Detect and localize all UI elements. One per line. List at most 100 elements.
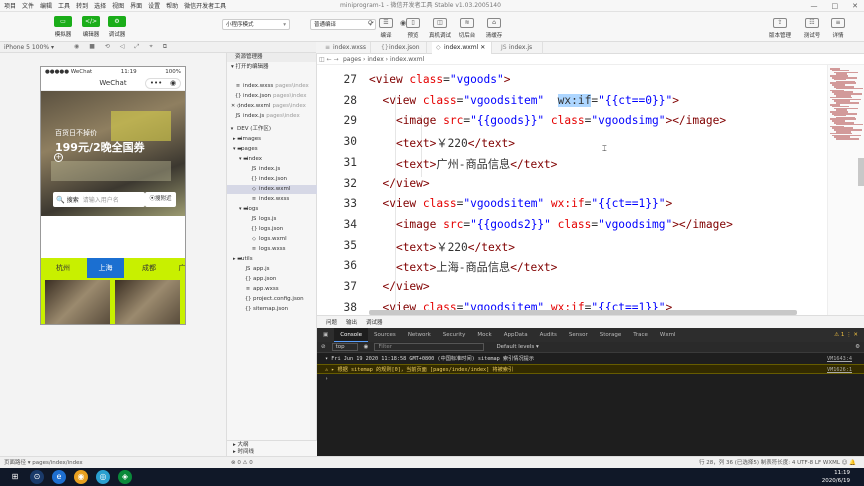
remote-debug-button[interactable]: ◫ 真机调试 [426, 18, 454, 39]
start-icon[interactable]: ⊞ [8, 470, 22, 484]
explorer-item[interactable]: ▸ ▬images [227, 135, 317, 144]
devtools-tab-1[interactable]: Console [334, 328, 369, 342]
explorer-item[interactable]: ≡ logs.wxss [227, 245, 317, 254]
test-account-button[interactable]: ☷ 测试号 [798, 18, 826, 39]
explorer-item[interactable]: {} index.json [227, 175, 317, 184]
minimap[interactable] [827, 65, 864, 315]
close-icon[interactable]: ✕ [852, 2, 858, 10]
menu-item-10[interactable]: 微信开发者工具 [184, 1, 226, 10]
compile-button[interactable]: ☰ 编译 [372, 18, 400, 39]
plus-icon[interactable]: + [54, 153, 63, 162]
chrome-icon[interactable]: ◉ [74, 470, 88, 484]
code-line[interactable]: 37 </view> [317, 280, 827, 301]
devtools-tab-7[interactable]: Audits [534, 328, 563, 342]
devtools-tab-8[interactable]: Sensor [563, 328, 594, 342]
console-source-link[interactable]: VM1643:4 [827, 354, 852, 364]
code-line[interactable]: 28 <view class="vgoodsitem" wx:if="{{ct=… [317, 93, 827, 115]
editor-tab-3[interactable]: JS index.js [497, 42, 543, 54]
panel-tab-1[interactable]: 输出 [346, 318, 357, 326]
devtools-tab-5[interactable]: Mock [471, 328, 497, 342]
menu-item-9[interactable]: 帮助 [166, 1, 178, 10]
eye-icon[interactable]: ◉ [364, 344, 369, 350]
menu-item-6[interactable]: 视图 [112, 1, 124, 10]
simulator-toggle-button[interactable]: ▭ 模拟器 [50, 16, 76, 38]
version-control-button[interactable]: ⇪ 版本管理 [766, 18, 794, 39]
menu-item-3[interactable]: 工具 [58, 1, 70, 10]
menu-item-1[interactable]: 文件 [22, 1, 34, 10]
volume-icon[interactable]: ◁ [120, 43, 125, 51]
menu-item-8[interactable]: 设置 [148, 1, 160, 10]
panel-tab-0[interactable]: 问题 [326, 318, 337, 326]
breadcrumb-path[interactable]: pages › index › index.wxml [343, 56, 424, 63]
menu-item-4[interactable]: 转到 [76, 1, 88, 10]
rotate-icon[interactable]: ⟲ [105, 43, 110, 51]
browser-icon[interactable]: e [52, 470, 66, 484]
clear-console-icon[interactable]: ⊘ [321, 344, 326, 350]
explorer-item[interactable]: ≡ index.wxss [227, 195, 317, 204]
code-editor[interactable]: 27 <view class="vgoods"> 28 <view class="v… [317, 65, 827, 315]
console-line[interactable]: ⚠ ▸ 根据 sitemap 的规则[0]，当前页面 [pages/index/… [317, 364, 864, 374]
devtools-right-controls[interactable]: ⚠ 1 ⋮ ✕ [834, 332, 858, 338]
app-icon[interactable]: ◎ [96, 470, 110, 484]
console-line[interactable]: ▾ Fri Jun 19 2020 11:18:58 GMT+0800 (中国标… [317, 354, 864, 364]
explorer-item[interactable]: ▾ DEV (工作区) [227, 125, 317, 134]
goods-card[interactable]: ￥220上海-商品信息 [115, 280, 180, 324]
levels-select[interactable]: Default levels ▾ [496, 344, 538, 350]
city-tab-3[interactable]: 广 [175, 258, 186, 278]
wechat-devtools-icon[interactable]: ◈ [118, 470, 132, 484]
explorer-item[interactable]: {} index.json pages\index [227, 92, 317, 101]
devtools-tab-11[interactable]: Wxml [654, 328, 682, 342]
explorer-item[interactable]: ◇ logs.wxml [227, 235, 317, 244]
editor-tab-0[interactable]: ≡ index.wxss [321, 42, 371, 54]
close-circle-icon[interactable]: ◉ [170, 79, 176, 88]
popout-icon[interactable]: ⧉ [163, 43, 167, 51]
code-line[interactable]: 36 <text>上海-商品信息</text> [317, 259, 827, 280]
stop-icon[interactable]: ■ [89, 43, 95, 51]
minimize-icon[interactable]: — [811, 2, 818, 10]
explorer-item[interactable]: {} logs.json [227, 225, 317, 234]
city-tab-1[interactable]: 上海 [87, 258, 124, 278]
background-button[interactable]: ≋ 切后台 [453, 18, 481, 39]
devtools-tab-3[interactable]: Network [402, 328, 437, 342]
vertical-scrollbar[interactable] [858, 158, 864, 186]
code-line[interactable]: 33 <view class="vgoodsitem" wx:if="{{ct=… [317, 197, 827, 218]
maximize-icon[interactable]: □ [832, 2, 839, 10]
banner-image[interactable]: 百货日不掉价 199元/2晚全国券 + 🔍 搜索 请输入用户名 ⦿搜附近 [41, 91, 185, 216]
explorer-item[interactable]: ✕ ◇index.wxml pages\index [227, 102, 317, 111]
nearby-button[interactable]: ⦿搜附近 [145, 192, 176, 207]
devtools-tab-4[interactable]: Security [437, 328, 472, 342]
explorer-item[interactable]: ▸ ▬utils [227, 255, 317, 264]
explorer-item[interactable]: JS logs.js [227, 215, 317, 224]
open-editors-header[interactable]: ▾ 打开的编辑器 [227, 63, 316, 72]
timeline-section[interactable]: ▸ 时间线 [227, 448, 317, 456]
editor-tab-1[interactable]: {} index.json [377, 42, 427, 54]
menu-item-0[interactable]: 项目 [4, 1, 16, 10]
preview-button[interactable]: ▯ 预览 [399, 18, 427, 39]
outline-section[interactable]: ▸ 大纲 [227, 440, 317, 448]
devtools-tab-10[interactable]: Trace [627, 328, 654, 342]
explorer-item[interactable]: JS index.js [227, 165, 317, 174]
explorer-item[interactable]: JS index.js pages\index [227, 112, 317, 121]
code-line[interactable]: 35 <text>￥220</text> [317, 239, 827, 260]
explorer-item[interactable]: {} project.config.json [227, 295, 317, 304]
mode-select[interactable]: 小程序模式 ▾ [222, 19, 290, 30]
city-tab-0[interactable]: 杭州 [45, 258, 81, 278]
explorer-item[interactable]: {} app.json [227, 275, 317, 284]
devtools-tab-2[interactable]: Sources [368, 328, 402, 342]
compile-select[interactable]: 普通编译 ▾ [310, 19, 376, 30]
explorer-item[interactable]: ◇ index.wxml [227, 185, 317, 194]
context-select[interactable]: top [331, 343, 358, 351]
debugger-toggle-button[interactable]: ⚙ 调试器 [104, 16, 130, 38]
code-line[interactable]: 30 <text>￥220</text> [317, 135, 827, 156]
explorer-item[interactable]: ▾ ▬pages [227, 145, 317, 154]
city-tab-2[interactable]: 成都 [133, 258, 165, 278]
explorer-item[interactable]: ▾ ▬logs [227, 205, 317, 214]
settings-gear-icon[interactable]: ⚙ [855, 344, 860, 350]
clear-cache-button[interactable]: ⌂ 清缓存 [480, 18, 508, 39]
editor-tab-2[interactable]: ◇ index.wxml ✕ [432, 42, 492, 54]
inspect-icon[interactable]: ⌖ [149, 43, 152, 51]
code-line[interactable]: 29 <image src="{{goods}}" class="vgoodsi… [317, 114, 827, 135]
record-icon[interactable]: ◉ [74, 43, 79, 51]
menu-item-2[interactable]: 编辑 [40, 1, 52, 10]
explorer-item[interactable]: ≡ app.wxss [227, 285, 317, 294]
